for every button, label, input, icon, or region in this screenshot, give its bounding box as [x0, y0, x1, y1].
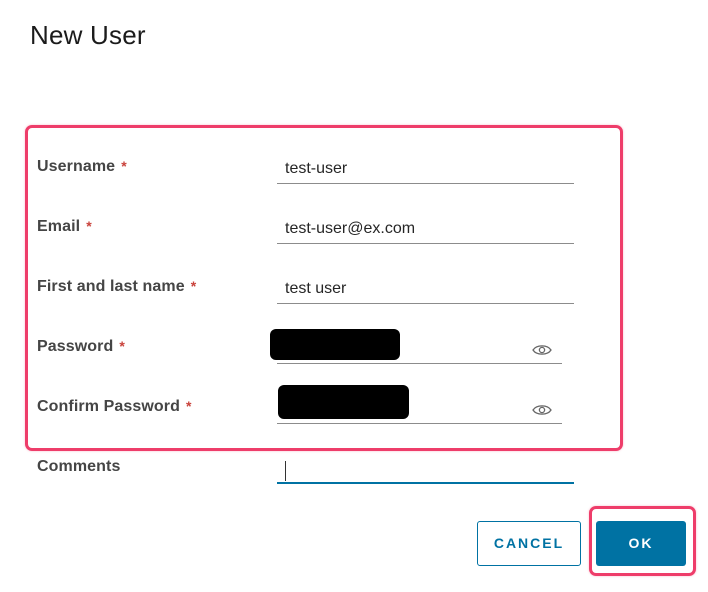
email-value: test-user@ex.com	[285, 220, 416, 237]
ok-button[interactable]: OK	[596, 521, 686, 566]
full-name-value: test user	[285, 280, 347, 297]
full-name-label-text: First and last name	[37, 278, 185, 295]
password-label: Password *	[37, 338, 125, 356]
confirm-password-field[interactable]	[277, 385, 562, 424]
text-cursor	[285, 461, 286, 481]
email-label: Email *	[37, 218, 92, 236]
email-label-text: Email	[37, 218, 81, 235]
confirm-password-label-text: Confirm Password	[37, 398, 180, 415]
eye-icon[interactable]	[532, 343, 552, 357]
comments-field[interactable]	[277, 458, 574, 484]
required-marker: *	[86, 218, 92, 234]
eye-icon[interactable]	[532, 403, 552, 417]
email-field[interactable]: test-user@ex.com	[277, 218, 574, 244]
password-redaction	[270, 329, 400, 360]
username-field[interactable]: test-user	[277, 158, 574, 184]
dialog-title: New User	[30, 20, 146, 50]
username-label: Username *	[37, 158, 127, 176]
required-marker: *	[119, 338, 125, 354]
cancel-button[interactable]: CANCEL	[477, 521, 581, 566]
required-marker: *	[185, 398, 192, 414]
full-name-label: First and last name *	[37, 278, 196, 296]
full-name-field[interactable]: test user	[277, 278, 574, 304]
username-value: test-user	[285, 160, 348, 177]
confirm-password-redaction	[278, 385, 409, 419]
password-field[interactable]	[270, 329, 562, 364]
confirm-password-label: Confirm Password *	[37, 398, 192, 416]
password-label-text: Password	[37, 338, 114, 355]
required-marker: *	[121, 158, 127, 174]
comments-label: Comments	[37, 458, 120, 476]
username-label-text: Username	[37, 158, 116, 175]
required-marker: *	[190, 278, 197, 294]
comments-label-text: Comments	[37, 458, 121, 475]
comments-input[interactable]	[277, 458, 574, 482]
